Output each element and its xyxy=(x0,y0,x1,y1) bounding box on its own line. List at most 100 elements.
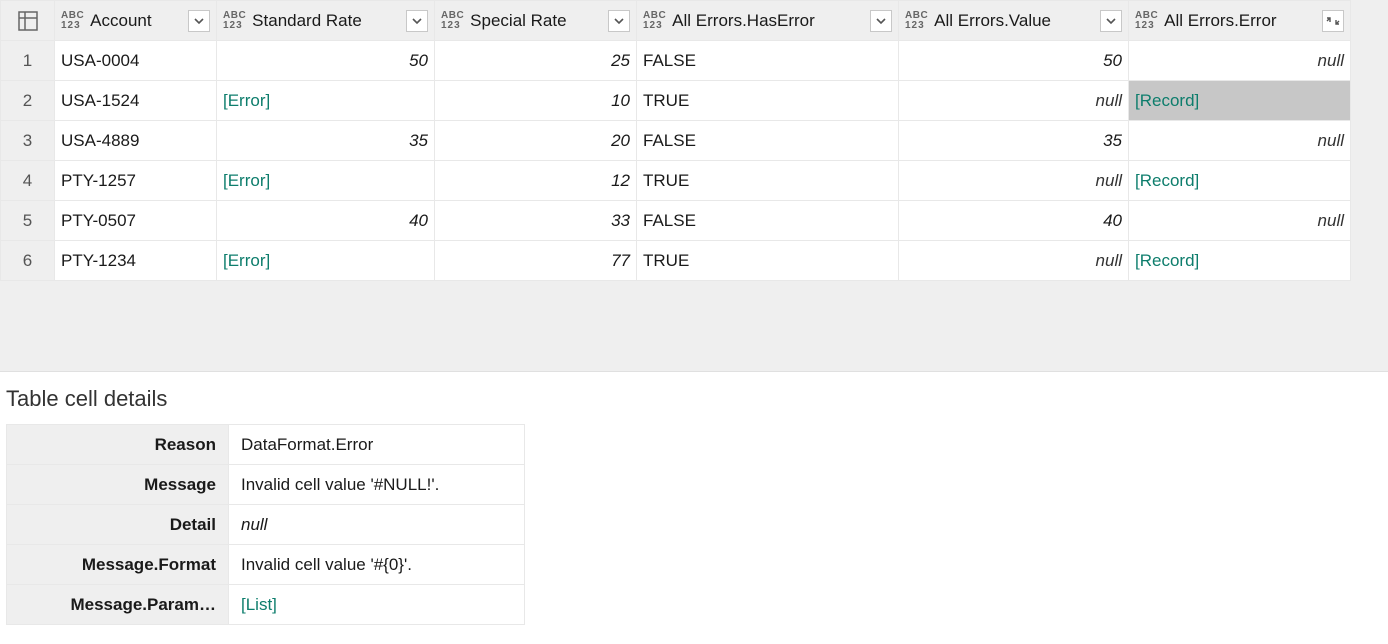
cell-value: null xyxy=(1096,251,1122,270)
data-cell[interactable]: USA-4889 xyxy=(55,121,217,161)
cell-value: null xyxy=(1096,171,1122,190)
expand-button[interactable] xyxy=(1322,10,1344,32)
cell-value: null xyxy=(1318,131,1344,150)
data-cell[interactable]: 12 xyxy=(435,161,637,201)
row-number[interactable]: 4 xyxy=(1,161,55,201)
column-header[interactable]: ABC123 Standard Rate xyxy=(217,1,435,41)
details-row: Message.Param…[List] xyxy=(7,585,525,625)
cell-value: 25 xyxy=(611,51,630,70)
data-cell[interactable]: PTY-1234 xyxy=(55,241,217,281)
data-cell[interactable]: null xyxy=(1129,201,1351,241)
link-cell[interactable]: [Error] xyxy=(217,161,435,201)
column-header[interactable]: ABC123Special Rate xyxy=(435,1,637,41)
filter-button[interactable] xyxy=(1100,10,1122,32)
column-name: Standard Rate xyxy=(252,11,402,31)
column-header[interactable]: ABC123All Errors.Error xyxy=(1129,1,1351,41)
link-cell[interactable]: [Error] xyxy=(217,241,435,281)
column-header[interactable]: ABC123All Errors.HasError xyxy=(637,1,899,41)
data-cell[interactable]: 77 xyxy=(435,241,637,281)
data-cell[interactable]: TRUE xyxy=(637,241,899,281)
data-cell[interactable]: 35 xyxy=(899,121,1129,161)
link-cell[interactable]: [Record] xyxy=(1129,81,1351,121)
column-name: Special Rate xyxy=(470,11,604,31)
data-cell[interactable]: 35 xyxy=(217,121,435,161)
details-value-text: [List] xyxy=(241,595,277,614)
cell-value: 50 xyxy=(409,51,428,70)
data-cell[interactable]: null xyxy=(899,81,1129,121)
cell-value: PTY-1234 xyxy=(61,251,136,270)
data-cell[interactable]: 25 xyxy=(435,41,637,81)
data-cell[interactable]: USA-1524 xyxy=(55,81,217,121)
data-grid: ABC123AccountABC123Standard RateABC123Sp… xyxy=(0,0,1388,372)
cell-value: [Error] xyxy=(223,91,270,110)
row-number[interactable]: 3 xyxy=(1,121,55,161)
row-number[interactable]: 1 xyxy=(1,41,55,81)
data-cell[interactable]: 40 xyxy=(217,201,435,241)
row-number[interactable]: 5 xyxy=(1,201,55,241)
chevron-down-icon xyxy=(1105,15,1117,27)
details-key: Detail xyxy=(7,505,229,545)
data-cell[interactable]: USA-0004 xyxy=(55,41,217,81)
details-value: null xyxy=(229,505,525,545)
details-link-value[interactable]: [List] xyxy=(229,585,525,625)
cell-value: 33 xyxy=(611,211,630,230)
cell-value: PTY-0507 xyxy=(61,211,136,230)
link-cell[interactable]: [Error] xyxy=(217,81,435,121)
data-cell[interactable]: TRUE xyxy=(637,81,899,121)
data-cell[interactable]: 20 xyxy=(435,121,637,161)
data-cell[interactable]: FALSE xyxy=(637,201,899,241)
data-cell[interactable]: 50 xyxy=(217,41,435,81)
data-cell[interactable]: null xyxy=(1129,41,1351,81)
filter-button[interactable] xyxy=(188,10,210,32)
cell-value: 20 xyxy=(611,131,630,150)
data-cell[interactable]: FALSE xyxy=(637,121,899,161)
details-value-text: null xyxy=(241,515,267,534)
cell-value: FALSE xyxy=(643,51,696,70)
filter-button[interactable] xyxy=(870,10,892,32)
table-icon xyxy=(7,10,48,32)
data-cell[interactable]: null xyxy=(1129,121,1351,161)
cell-value: FALSE xyxy=(643,131,696,150)
chevron-down-icon xyxy=(411,15,423,27)
table-row: 5PTY-05074033FALSE40null xyxy=(1,201,1351,241)
link-cell[interactable]: [Record] xyxy=(1129,161,1351,201)
details-row: Detail null xyxy=(7,505,525,545)
details-value: DataFormat.Error xyxy=(229,425,525,465)
cell-value: null xyxy=(1096,91,1122,110)
cell-value: 10 xyxy=(611,91,630,110)
data-cell[interactable]: null xyxy=(899,241,1129,281)
filter-button[interactable] xyxy=(608,10,630,32)
row-number[interactable]: 2 xyxy=(1,81,55,121)
table-row: 3USA-48893520FALSE35null xyxy=(1,121,1351,161)
column-header[interactable]: ABC123All Errors.Value xyxy=(899,1,1129,41)
table-row: 1USA-0004 50 25 FALSE 50 null xyxy=(1,41,1351,81)
details-table: ReasonDataFormat.ErrorMessageInvalid cel… xyxy=(6,424,525,625)
details-value-text: DataFormat.Error xyxy=(241,435,373,454)
data-cell[interactable]: TRUE xyxy=(637,161,899,201)
link-cell[interactable]: [Record] xyxy=(1129,241,1351,281)
expand-icon xyxy=(1326,15,1340,27)
row-number[interactable]: 6 xyxy=(1,241,55,281)
data-cell[interactable]: null xyxy=(899,161,1129,201)
data-cell[interactable]: 40 xyxy=(899,201,1129,241)
datatype-any-icon: ABC123 xyxy=(223,11,246,31)
filter-button[interactable] xyxy=(406,10,428,32)
table-corner[interactable] xyxy=(1,1,55,41)
details-key: Reason xyxy=(7,425,229,465)
data-cell[interactable]: FALSE xyxy=(637,41,899,81)
data-cell[interactable]: 50 xyxy=(899,41,1129,81)
table-row: 6 PTY-1234 [Error]77TRUE null [Record] xyxy=(1,241,1351,281)
data-cell[interactable]: PTY-1257 xyxy=(55,161,217,201)
data-cell[interactable]: PTY-0507 xyxy=(55,201,217,241)
cell-value: 12 xyxy=(611,171,630,190)
cell-value: 35 xyxy=(1103,131,1122,150)
data-cell[interactable]: 10 xyxy=(435,81,637,121)
cell-value: TRUE xyxy=(643,171,689,190)
datatype-any-icon: ABC123 xyxy=(643,11,666,31)
chevron-down-icon xyxy=(613,15,625,27)
cell-value: null xyxy=(1318,51,1344,70)
cell-value: [Record] xyxy=(1135,251,1199,270)
column-header[interactable]: ABC123Account xyxy=(55,1,217,41)
details-value-text: Invalid cell value '#{0}'. xyxy=(241,555,412,574)
data-cell[interactable]: 33 xyxy=(435,201,637,241)
